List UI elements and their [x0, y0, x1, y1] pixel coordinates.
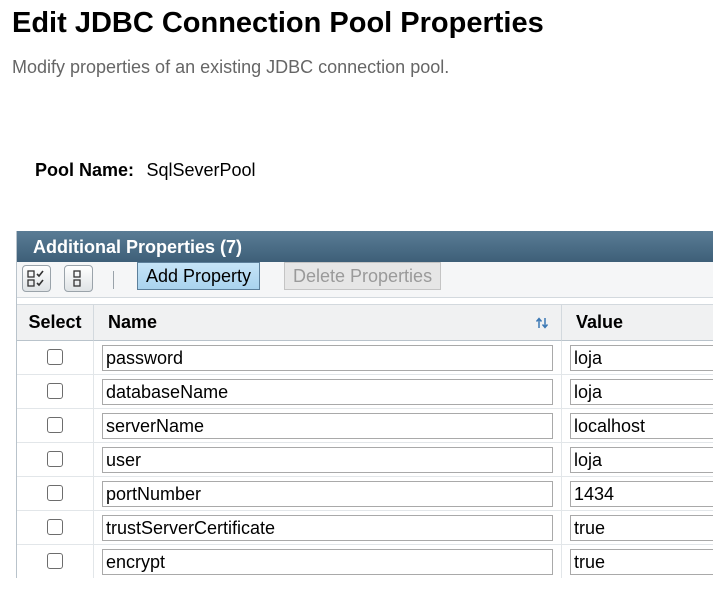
- property-value-input[interactable]: loja: [570, 345, 713, 371]
- table-row: password loja: [17, 341, 713, 375]
- pool-name-label: Pool Name:: [35, 160, 135, 180]
- property-name-input[interactable]: password: [102, 345, 553, 371]
- value-cell: loja: [562, 443, 713, 476]
- pool-name-row: Pool Name: SqlSeverPool: [35, 160, 256, 181]
- row-select-checkbox[interactable]: [47, 485, 63, 501]
- property-value-input[interactable]: true: [570, 515, 713, 541]
- row-select-checkbox[interactable]: [47, 519, 63, 535]
- name-cell: password: [94, 341, 562, 374]
- table-row: databaseName loja: [17, 375, 713, 409]
- value-cell: loja: [562, 341, 713, 374]
- row-select-checkbox[interactable]: [47, 383, 63, 399]
- column-header-value: Value: [562, 304, 713, 341]
- sort-icon[interactable]: [535, 316, 549, 330]
- name-cell: databaseName: [94, 375, 562, 408]
- value-cell: true: [562, 545, 713, 578]
- property-name-input[interactable]: serverName: [102, 413, 553, 439]
- table-row: encrypt true: [17, 545, 713, 578]
- table-row: user loja: [17, 443, 713, 477]
- deselect-all-icon: [73, 270, 81, 287]
- property-value-input[interactable]: loja: [570, 379, 713, 405]
- deselect-all-button[interactable]: [64, 265, 93, 292]
- select-all-icon: [27, 270, 44, 287]
- additional-properties-table: Additional Properties (7) Add Property D…: [16, 231, 713, 578]
- add-property-button[interactable]: Add Property: [137, 262, 261, 290]
- select-cell: [17, 341, 94, 374]
- select-all-button[interactable]: [22, 265, 51, 292]
- row-select-checkbox[interactable]: [47, 349, 63, 365]
- property-value-input[interactable]: loja: [570, 447, 713, 473]
- row-select-checkbox[interactable]: [47, 417, 63, 433]
- page-title: Edit JDBC Connection Pool Properties: [12, 7, 544, 39]
- name-cell: encrypt: [94, 545, 562, 578]
- delete-properties-button[interactable]: Delete Properties: [284, 262, 442, 290]
- select-cell: [17, 511, 94, 544]
- property-name-input[interactable]: trustServerCertificate: [102, 515, 553, 541]
- property-value-input[interactable]: true: [570, 549, 713, 575]
- row-select-checkbox[interactable]: [47, 451, 63, 467]
- property-name-input[interactable]: portNumber: [102, 481, 553, 507]
- property-name-input[interactable]: databaseName: [102, 379, 553, 405]
- column-header-select: Select: [17, 304, 94, 341]
- value-cell: loja: [562, 375, 713, 408]
- row-select-checkbox[interactable]: [47, 553, 63, 569]
- name-cell: trustServerCertificate: [94, 511, 562, 544]
- property-value-input[interactable]: localhost: [570, 413, 713, 439]
- name-cell: user: [94, 443, 562, 476]
- property-value-input[interactable]: 1434: [570, 481, 713, 507]
- value-cell: 1434: [562, 477, 713, 510]
- select-cell: [17, 375, 94, 408]
- select-cell: [17, 545, 94, 578]
- name-cell: portNumber: [94, 477, 562, 510]
- select-cell: [17, 477, 94, 510]
- column-header-name[interactable]: Name: [94, 304, 562, 341]
- pool-name-value: SqlSeverPool: [146, 160, 256, 180]
- property-name-input[interactable]: encrypt: [102, 549, 553, 575]
- page-subtitle: Modify properties of an existing JDBC co…: [12, 57, 450, 77]
- table-toolbar: Add Property Delete Properties: [17, 262, 713, 298]
- toolbar-separator: [113, 271, 114, 289]
- select-cell: [17, 443, 94, 476]
- value-cell: localhost: [562, 409, 713, 442]
- value-cell: true: [562, 511, 713, 544]
- property-name-input[interactable]: user: [102, 447, 553, 473]
- select-cell: [17, 409, 94, 442]
- table-title: Additional Properties (7): [33, 237, 243, 257]
- table-row: portNumber 1434: [17, 477, 713, 511]
- column-header-name-label: Name: [108, 312, 158, 332]
- table-row: serverName localhost: [17, 409, 713, 443]
- table-header-bar: Additional Properties (7): [17, 231, 713, 262]
- table-row: trustServerCertificate true: [17, 511, 713, 545]
- name-cell: serverName: [94, 409, 562, 442]
